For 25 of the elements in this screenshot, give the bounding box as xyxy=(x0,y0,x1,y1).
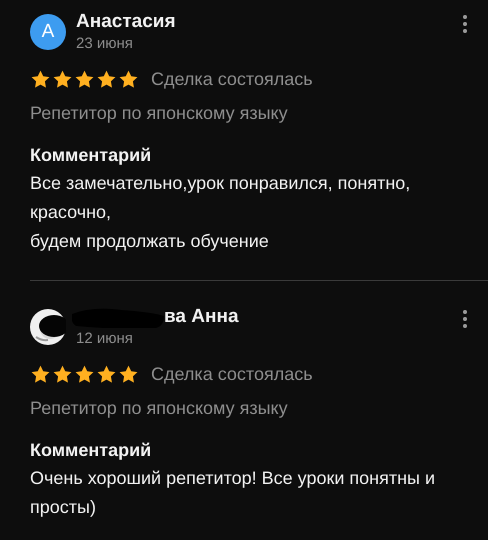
deal-status: Сделка состоялась xyxy=(151,68,313,90)
service-name: Репетитор по японскому языку xyxy=(30,397,289,419)
review-date: 23 июня xyxy=(76,34,134,54)
star-icon xyxy=(118,364,139,384)
star-icon xyxy=(118,68,139,90)
star-icon xyxy=(96,68,117,90)
star-icon xyxy=(74,364,95,384)
star-icon xyxy=(52,68,73,90)
review-date: 12 июня xyxy=(76,329,134,349)
star-icon xyxy=(74,68,95,90)
star-icon xyxy=(30,364,51,384)
star-icon xyxy=(96,364,117,384)
reviewer-name: ва Анна xyxy=(164,305,239,329)
star-icon xyxy=(30,68,51,90)
service-name: Репетитор по японскому языку xyxy=(30,102,289,124)
star-icon xyxy=(52,364,73,384)
more-menu-icon[interactable] xyxy=(462,14,468,34)
comment-heading: Комментарий xyxy=(30,144,152,166)
deal-status: Сделка состоялась xyxy=(151,363,313,385)
comment-text: Очень хороший репетитор! Все уроки понятны и просты) xyxy=(30,467,436,519)
reviewer-name: Анастасия xyxy=(76,10,176,34)
comment-text: Все замечательно,урок понравился, понятно, красочно, будем продолжать обучение xyxy=(30,172,412,253)
avatar: А xyxy=(30,14,66,50)
more-menu-icon[interactable] xyxy=(462,309,468,329)
comment-heading: Комментарий xyxy=(30,439,152,461)
